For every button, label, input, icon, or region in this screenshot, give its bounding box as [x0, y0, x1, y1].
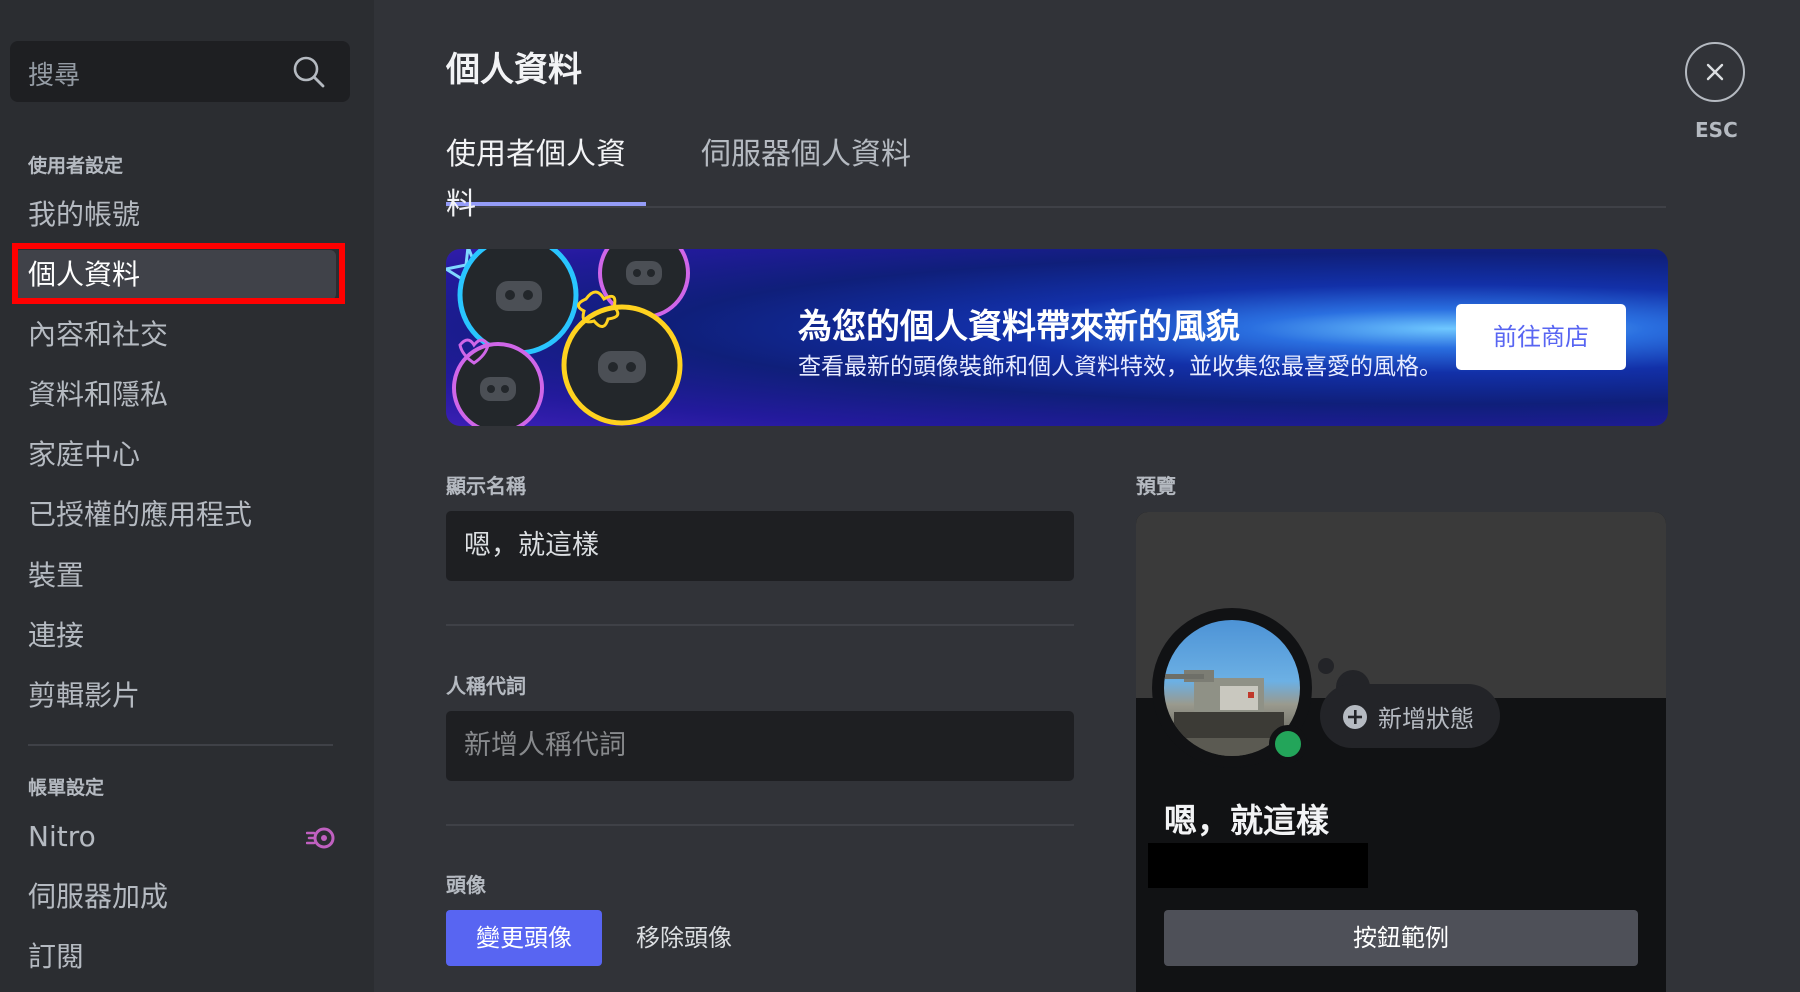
settings-sidebar: 搜尋 使用者設定 我的帳號 個人資料 內容和社交 資料和隱私 家庭中心 已授權的…: [0, 0, 374, 992]
redacted-username: [1148, 843, 1368, 888]
close-settings-button[interactable]: [1685, 42, 1745, 102]
field-divider: [446, 624, 1074, 626]
example-button[interactable]: 按鈕範例: [1164, 910, 1638, 966]
online-status-indicator: [1269, 725, 1307, 763]
sidebar-divider: [28, 744, 333, 746]
page-title: 個人資料: [446, 50, 582, 90]
avatar-label: 頭像: [446, 873, 486, 897]
sidebar-item-devices[interactable]: 裝置: [14, 551, 336, 601]
pronouns-label: 人稱代詞: [446, 674, 526, 698]
sidebar-item-profile[interactable]: 個人資料: [14, 250, 336, 300]
add-status-button[interactable]: 新增狀態: [1320, 684, 1500, 748]
sidebar-item-authorized-apps[interactable]: 已授權的應用程式: [14, 490, 336, 540]
search-input[interactable]: 搜尋: [10, 41, 350, 102]
sidebar-item-server-boost[interactable]: 伺服器加成: [14, 872, 336, 922]
profile-tabs: 使用者個人資料 伺服器個人資料: [446, 130, 1666, 222]
thought-bubble-dot: [1318, 658, 1334, 674]
add-status-label: 新增狀態: [1378, 705, 1474, 733]
profile-preview-card: 新增狀態 嗯，就這樣 按鈕範例: [1136, 512, 1666, 992]
sidebar-item-data-privacy[interactable]: 資料和隱私: [14, 370, 336, 420]
shop-promo-banner: 為您的個人資料帶來新的風貌 查看最新的頭像裝飾和個人資料特效，並收集您最喜愛的風…: [446, 249, 1668, 426]
sidebar-item-family-center[interactable]: 家庭中心: [14, 430, 336, 480]
pronouns-field[interactable]: 新增人稱代詞: [446, 711, 1074, 781]
discord-orbs-art: [446, 249, 690, 426]
preview-label: 預覽: [1136, 474, 1176, 498]
tab-user-profile[interactable]: 使用者個人資料: [446, 130, 646, 222]
remove-avatar-button[interactable]: 移除頭像: [636, 910, 732, 966]
display-name-field[interactable]: 嗯，就這樣: [446, 511, 1074, 581]
settings-app: 搜尋 使用者設定 我的帳號 個人資料 內容和社交 資料和隱私 家庭中心 已授權的…: [0, 0, 1800, 992]
section-header-user-settings: 使用者設定: [28, 155, 124, 177]
banner-subtitle: 查看最新的頭像裝飾和個人資料特效，並收集您最喜愛的風格。: [798, 354, 1442, 380]
settings-content: 個人資料 使用者個人資料 伺服器個人資料 為您的個人資料帶來新的風貌 查看最新的…: [374, 0, 1800, 992]
field-divider: [446, 824, 1074, 826]
sidebar-item-content-social[interactable]: 內容和社交: [14, 310, 336, 360]
avatar-frame: [1152, 608, 1312, 768]
preview-display-name: 嗯，就這樣: [1164, 801, 1329, 840]
close-icon: [1706, 63, 1724, 81]
sidebar-item-connections[interactable]: 連接: [14, 611, 336, 661]
banner-title: 為您的個人資料帶來新的風貌: [798, 307, 1240, 347]
sidebar-item-subscriptions[interactable]: 訂閱: [14, 932, 336, 982]
nitro-icon: [306, 827, 335, 849]
display-name-label: 顯示名稱: [446, 474, 526, 498]
section-header-billing-settings: 帳單設定: [28, 777, 105, 799]
go-to-shop-button[interactable]: 前往商店: [1456, 304, 1626, 370]
sidebar-item-my-account[interactable]: 我的帳號: [14, 190, 336, 240]
tab-server-profile[interactable]: 伺服器個人資料: [701, 130, 911, 204]
sidebar-item-nitro[interactable]: Nitro: [14, 812, 336, 862]
search-placeholder: 搜尋: [28, 61, 81, 91]
change-avatar-button[interactable]: 變更頭像: [446, 910, 602, 966]
esc-label: ESC: [1695, 118, 1738, 142]
add-circle-icon: [1343, 705, 1367, 729]
sidebar-item-clips[interactable]: 剪輯影片: [14, 671, 336, 721]
search-icon: [293, 56, 325, 88]
